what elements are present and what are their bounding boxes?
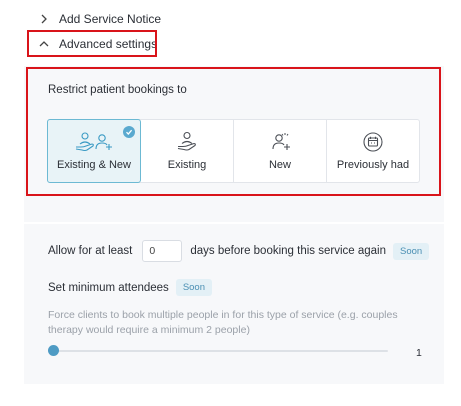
highlight-box-advanced	[27, 30, 157, 57]
soon-badge: Soon	[175, 279, 212, 296]
highlight-box-restrict	[26, 67, 441, 196]
minimum-attendees-help: Force clients to book multiple people in…	[48, 309, 398, 336]
allow-prefix-label: Allow for at least	[48, 245, 133, 257]
minimum-attendees-label: Set minimum attendees	[48, 281, 169, 294]
soon-badge: Soon	[393, 242, 430, 260]
rebooking-interval-row: Allow for at least days before booking t…	[48, 240, 430, 262]
add-service-notice-toggle[interactable]: Add Service Notice	[38, 12, 161, 26]
chevron-right-icon	[38, 13, 50, 25]
minimum-attendees-row: Set minimum attendees Soon	[48, 279, 212, 296]
minimum-attendees-slider[interactable]	[48, 345, 388, 357]
rebooking-days-input[interactable]	[142, 240, 183, 262]
slider-thumb[interactable]	[48, 345, 59, 356]
slider-value: 1	[416, 347, 422, 359]
allow-suffix-label: days before booking this service again	[190, 245, 386, 257]
slider-track[interactable]	[48, 350, 388, 352]
add-service-notice-label: Add Service Notice	[59, 12, 162, 26]
